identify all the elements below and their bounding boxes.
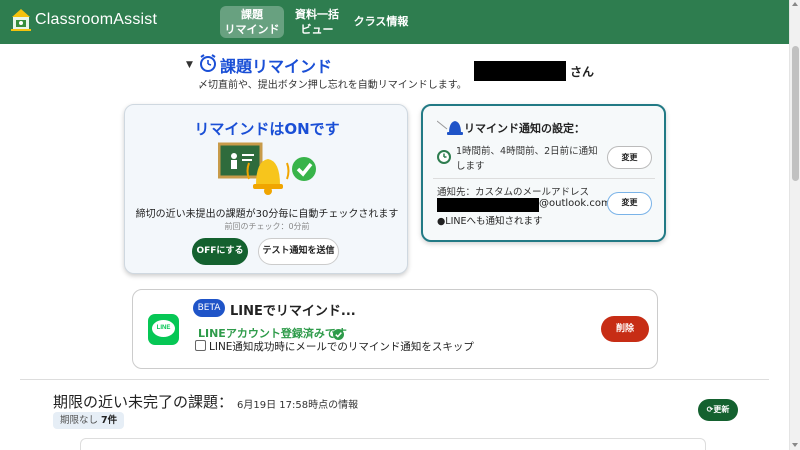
app-name: ClassroomAssist bbox=[35, 11, 158, 28]
upcoming-assignments-title: 期限の近い未完了の課題： bbox=[53, 393, 234, 411]
settings-divider bbox=[433, 178, 655, 179]
classroom-bell-illustration bbox=[217, 141, 318, 197]
scroll-down-arrow-icon[interactable] bbox=[792, 443, 798, 447]
section-divider bbox=[20, 379, 769, 380]
line-remind-card: LINE BETA LINEでリマインド... LINEアカウント登録済みです … bbox=[132, 289, 658, 369]
change-timing-button[interactable]: 変更 bbox=[607, 146, 652, 169]
nav-tab-label-line1: 課題 bbox=[241, 8, 263, 21]
assignment-list-card bbox=[80, 438, 706, 450]
settings-title: リマインド通知の設定： bbox=[464, 122, 585, 135]
delete-line-button[interactable]: 削除 bbox=[601, 316, 649, 342]
no-deadline-count: 7件 bbox=[101, 415, 118, 426]
remind-status-card: リマインドはONです 締切の近い未提出の課題が30分毎に自動チェックされます 前… bbox=[124, 104, 408, 274]
remind-status-title: リマインドはONです bbox=[194, 120, 340, 138]
top-navbar: ClassroomAssist 課題 リマインド 資料一括 ビュー クラス情報 bbox=[0, 0, 789, 44]
brand[interactable]: ClassroomAssist bbox=[10, 8, 157, 32]
nav-tab-material-view[interactable]: 資料一括 ビュー bbox=[288, 6, 346, 38]
bell-icon bbox=[436, 118, 463, 140]
change-destination-button[interactable]: 変更 bbox=[607, 192, 652, 215]
scroll-up-arrow-icon[interactable] bbox=[792, 2, 798, 6]
scrollbar-thumb[interactable] bbox=[792, 46, 799, 181]
nav-tab-label-line2: ビュー bbox=[300, 23, 334, 36]
user-honorific: さん bbox=[570, 65, 595, 79]
nav-tab-label-line2: リマインド bbox=[224, 23, 280, 36]
reminder-times: 1時間前、4時間前、2日前に通知します bbox=[456, 146, 598, 172]
send-test-notification-button[interactable]: テスト通知を送信 bbox=[258, 238, 339, 265]
section-title: 課題リマインド bbox=[220, 57, 333, 76]
notification-settings-card: リマインド通知の設定： 1時間前、4時間前、2日前に通知します 変更 通知先：カ… bbox=[421, 104, 666, 242]
turn-off-button[interactable]: OFFにする bbox=[192, 238, 248, 265]
section-collapse-toggle[interactable]: ▼ bbox=[186, 60, 193, 70]
nav-tab-label-line1: 資料一括 bbox=[295, 8, 339, 21]
line-logo-text: LINE bbox=[152, 320, 175, 337]
beta-badge: BETA bbox=[193, 299, 225, 317]
skip-email-checkbox[interactable] bbox=[195, 340, 206, 351]
redacted-username bbox=[474, 61, 566, 81]
skip-email-label[interactable]: LINE通知成功時にメールでのリマインド通知をスキップ bbox=[209, 339, 474, 354]
line-remind-title: LINEでリマインド... bbox=[230, 304, 356, 319]
last-check-time: 前回のチェック：0分前 bbox=[224, 222, 310, 231]
alarm-clock-icon bbox=[199, 53, 217, 77]
refresh-button[interactable]: ⟳更新 bbox=[698, 399, 738, 421]
section-subtitle: 〆切直前や、提出ボタン押し忘れを自動リマインドします。 bbox=[198, 80, 467, 91]
nav-tab-class-info[interactable]: クラス情報 bbox=[350, 6, 412, 38]
data-timestamp: 6月19日 17:58時点の情報 bbox=[237, 400, 359, 411]
line-notify-note: ●LINEへも通知されます bbox=[437, 216, 543, 227]
line-logo-icon: LINE bbox=[148, 314, 179, 345]
classroom-logo-icon bbox=[10, 8, 32, 32]
nav-tab-assignment-remind[interactable]: 課題 リマインド bbox=[220, 6, 284, 38]
clock-icon bbox=[437, 149, 451, 168]
remind-description: 締切の近い未提出の課題が30分毎に自動チェックされます bbox=[135, 209, 399, 220]
no-deadline-label: 期限なし bbox=[60, 415, 99, 426]
email-domain: @outlook.com bbox=[539, 198, 611, 209]
notification-destination: 通知先：カスタムのメールアドレス bbox=[437, 187, 590, 198]
redacted-email-local-part bbox=[437, 198, 539, 212]
no-deadline-filter[interactable]: 期限なし 7件 bbox=[53, 412, 125, 429]
refresh-button-label: 更新 bbox=[713, 405, 730, 414]
nav-tab-label-line1: クラス情報 bbox=[353, 15, 409, 28]
page-scrollbar[interactable] bbox=[789, 0, 800, 450]
